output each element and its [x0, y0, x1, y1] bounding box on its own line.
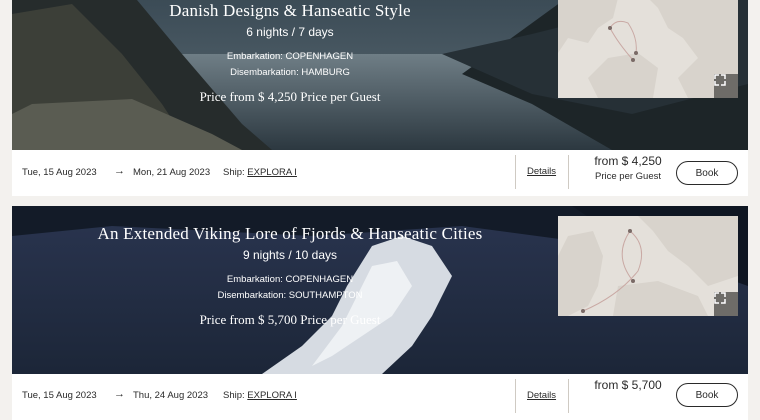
ship-info: Ship: EXPLORA I	[223, 390, 297, 401]
end-date: Thu, 24 Aug 2023	[133, 390, 209, 401]
hero-price: Price from $ 4,250 Price per Guest	[199, 89, 381, 104]
expand-icon	[714, 74, 726, 86]
ship-label: Ship:	[223, 167, 245, 178]
embarkation: Embarkation: COPENHAGEN	[226, 51, 354, 62]
price-per-guest: Price per Guest	[595, 171, 661, 182]
disembarkation: Disembarkation: SOUTHAMPTON	[217, 290, 363, 301]
cruise-info-bar: Tue, 15 Aug 2023 → Thu, 24 Aug 2023 Ship…	[12, 374, 748, 420]
route-map-graphic	[558, 0, 738, 98]
price-box: from $ 4,250 Price per Guest	[580, 154, 676, 182]
ship-link[interactable]: EXPLORA I	[247, 390, 297, 401]
cruise-info-bar: Tue, 15 Aug 2023 → Mon, 21 Aug 2023 Ship…	[12, 150, 748, 196]
divider	[515, 379, 516, 413]
route-map-graphic	[558, 216, 738, 316]
cruise-hero: An Extended Viking Lore of Fjords & Hans…	[12, 206, 748, 374]
cruise-card: An Extended Viking Lore of Fjords & Hans…	[12, 206, 748, 420]
arrow-icon: →	[114, 165, 125, 177]
ship-link[interactable]: EXPLORA I	[247, 167, 297, 178]
price-from: from $ 4,250	[594, 154, 662, 168]
route-map[interactable]	[558, 0, 738, 98]
hero-text: Danish Designs & Hanseatic Style 6 night…	[12, 1, 568, 105]
arrow-icon: →	[114, 388, 125, 400]
hero-text: An Extended Viking Lore of Fjords & Hans…	[12, 224, 568, 328]
cruise-duration: 6 nights / 7 days	[246, 25, 334, 39]
price-box: from $ 5,700	[580, 378, 676, 392]
details-link[interactable]: Details	[527, 390, 556, 401]
cruise-duration: 9 nights / 10 days	[242, 248, 338, 262]
ship-info: Ship: EXPLORA I	[223, 167, 297, 178]
cruise-title: Danish Designs & Hanseatic Style	[169, 1, 411, 20]
start-date: Tue, 15 Aug 2023	[22, 167, 97, 178]
expand-map-button[interactable]	[714, 292, 738, 316]
divider	[568, 155, 569, 189]
details-link[interactable]: Details	[527, 166, 556, 177]
disembarkation: Disembarkation: HAMBURG	[230, 67, 350, 78]
start-date: Tue, 15 Aug 2023	[22, 390, 97, 401]
divider	[515, 155, 516, 189]
expand-icon	[714, 292, 726, 304]
embarkation: Embarkation: COPENHAGEN	[226, 274, 354, 285]
route-map[interactable]	[558, 216, 738, 316]
expand-map-button[interactable]	[714, 74, 738, 98]
book-button[interactable]: Book	[676, 383, 738, 407]
hero-price: Price from $ 5,700 Price per Guest	[199, 312, 381, 327]
end-date: Mon, 21 Aug 2023	[133, 167, 211, 178]
ship-label: Ship:	[223, 390, 245, 401]
divider	[568, 379, 569, 413]
price-from: from $ 5,700	[594, 378, 662, 392]
cruise-card: Danish Designs & Hanseatic Style 6 night…	[12, 0, 748, 196]
book-button[interactable]: Book	[676, 161, 738, 185]
cruise-hero: Danish Designs & Hanseatic Style 6 night…	[12, 0, 748, 150]
cruise-title: An Extended Viking Lore of Fjords & Hans…	[97, 224, 483, 243]
